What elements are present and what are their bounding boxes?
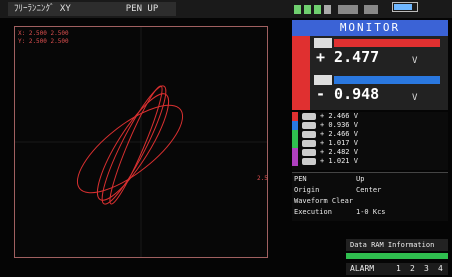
status-icon-5: [338, 5, 358, 14]
alarm-3: 3: [424, 264, 429, 273]
alarm-label: ALARM: [350, 264, 375, 273]
channel-list-item[interactable]: + 1.017 V: [292, 139, 448, 148]
channel-list-item[interactable]: + 2.466 V: [292, 112, 448, 121]
monitor-channel-1[interactable]: + 2.477 V: [292, 36, 448, 73]
channel-list-item[interactable]: + 2.466 V: [292, 130, 448, 139]
channel-unit: V: [412, 93, 418, 103]
channel-list: + 2.466 V + 0.936 V + 2.466 V + 1.017 V …: [292, 112, 448, 170]
trace-ellipse-4: [96, 93, 170, 201]
channel-indicator: [292, 73, 310, 110]
trace-ellipse-1: [76, 104, 184, 194]
settings-panel: PEN Up Origin Center Waveform Clear Exec…: [292, 172, 448, 221]
setting-execution[interactable]: Execution 1-0 Kcs: [294, 207, 448, 218]
channel-color-stripe: [292, 130, 298, 139]
channel-list-value: + 0.936 V: [320, 121, 358, 129]
channel-unit: V: [412, 56, 418, 66]
xy-plot-area[interactable]: X: 2.500 2.500 Y: 2.500 2.500 2.5: [14, 26, 268, 258]
alarm-bar: ALARM 1 2 3 4: [346, 263, 448, 275]
setting-value: 1-0 Kcs: [356, 208, 386, 216]
channel-color-stripe: [292, 139, 298, 148]
setting-key: Waveform Clear: [294, 197, 354, 205]
channel-box: [314, 38, 332, 48]
channel-pill: [302, 131, 316, 138]
setting-origin[interactable]: Origin Center: [294, 185, 448, 196]
status-icon-6: [364, 5, 378, 14]
channel-bar: [334, 39, 440, 47]
channel-color-stripe: [292, 112, 298, 121]
top-bar: ﾌﾘｰﾗﾝﾆﾝｸﾞ XY PEN UP: [0, 0, 452, 18]
alarm-4: 4: [438, 264, 443, 273]
channel-value: + 2.477: [316, 48, 380, 66]
scale-mark: 2.5: [257, 175, 268, 182]
status-icon-3: [314, 5, 321, 14]
channel-list-value: + 1.021 V: [320, 157, 358, 165]
status-icon-1: [294, 5, 301, 14]
channel-list-value: + 2.466 V: [320, 130, 358, 138]
channel-list-item[interactable]: + 0.936 V: [292, 121, 448, 130]
alarm-1: 1: [396, 264, 401, 273]
setting-key: Execution: [294, 208, 332, 216]
channel-list-value: + 2.466 V: [320, 112, 358, 120]
channel-color-stripe: [292, 148, 298, 157]
monitor-panel: + 2.477 V - 0.948 V: [292, 36, 448, 110]
channel-pill: [302, 113, 316, 120]
channel-pill: [302, 140, 316, 147]
setting-waveform-clear[interactable]: Waveform Clear: [294, 196, 448, 207]
channel-value: - 0.948: [316, 85, 380, 103]
channel-box: [314, 75, 332, 85]
channel-pill: [302, 149, 316, 156]
setting-key: PEN: [294, 175, 307, 183]
channel-list-value: + 1.017 V: [320, 139, 358, 147]
setting-pen[interactable]: PEN Up: [294, 174, 448, 185]
monitor-channel-2[interactable]: - 0.948 V: [292, 73, 448, 110]
channel-pill: [302, 122, 316, 129]
xy-trace-svg: [15, 27, 267, 257]
pen-status-tab[interactable]: PEN UP: [108, 2, 176, 16]
setting-value: Up: [356, 175, 365, 183]
channel-color-stripe: [292, 121, 298, 130]
battery-icon: [392, 2, 418, 12]
channel-list-value: + 2.482 V: [320, 148, 358, 156]
setting-value: Center: [356, 186, 382, 194]
status-icon-4: [324, 5, 331, 14]
channel-pill: [302, 158, 316, 165]
channel-bar: [334, 76, 440, 84]
data-ram-info: Data RAM Information: [346, 239, 448, 251]
alarm-2: 2: [410, 264, 415, 273]
setting-key: Origin: [294, 186, 320, 194]
channel-indicator: [292, 36, 310, 73]
trace-ellipse-3: [109, 85, 163, 205]
data-ram-usage-bar: [346, 253, 448, 259]
channel-color-stripe: [292, 157, 298, 166]
monitor-title: MONITOR: [292, 20, 448, 36]
status-icon-2: [304, 5, 311, 14]
channel-list-item[interactable]: + 1.021 V: [292, 157, 448, 166]
mode-tab[interactable]: ﾌﾘｰﾗﾝﾆﾝｸﾞ XY: [8, 2, 110, 16]
channel-list-item[interactable]: + 2.482 V: [292, 148, 448, 157]
